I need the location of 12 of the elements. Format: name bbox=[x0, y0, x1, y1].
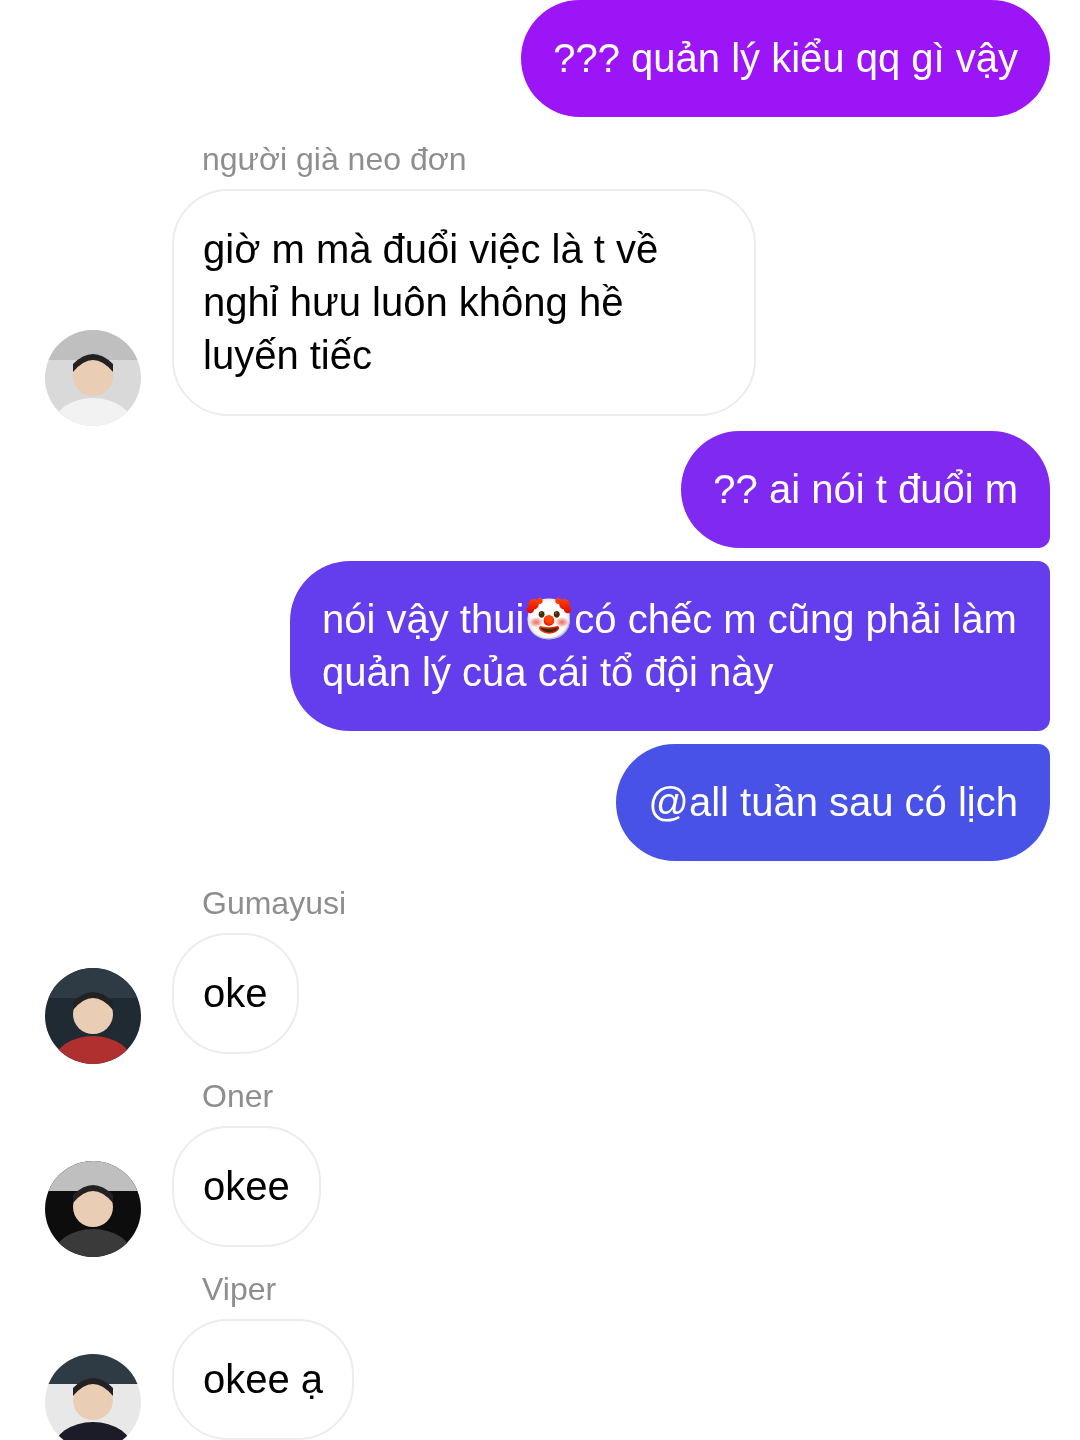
sender-name: Gumayusi bbox=[202, 884, 348, 923]
message-bubble: okee bbox=[172, 1126, 321, 1247]
message-bubble: ??? quản lý kiểu qq gì vậy bbox=[521, 0, 1050, 117]
message-bubble: nói vậy thui🤡có chếc m cũng phải làm quản lý của cái tổ đội này bbox=[290, 561, 1050, 731]
sender-name: người già neo đơn bbox=[202, 140, 468, 179]
message-bubble: oke bbox=[172, 933, 299, 1054]
sender-name: Viper bbox=[202, 1270, 278, 1309]
message-bubble: ?? ai nói t đuổi m bbox=[681, 431, 1050, 548]
sender-name: Oner bbox=[202, 1077, 275, 1116]
message-bubble: okee ạ bbox=[172, 1319, 355, 1440]
message-bubble: giờ m mà đuổi việc là t về nghỉ hưu luôn không hề luyến tiếc bbox=[172, 189, 756, 416]
message-bubble: @all tuần sau có lịch bbox=[616, 744, 1050, 861]
